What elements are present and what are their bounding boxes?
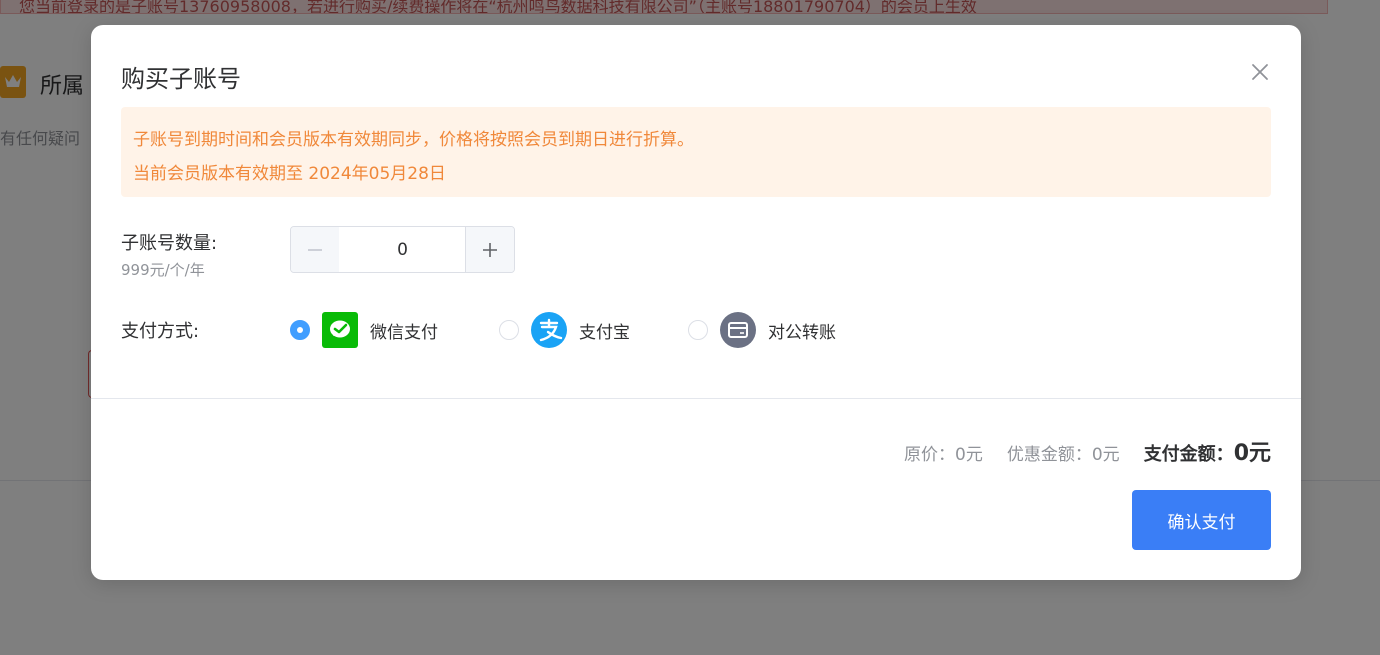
bank-transfer-radio[interactable] [688, 320, 708, 340]
payment-option-alipay[interactable]: 支付宝 [499, 311, 630, 349]
notice-line-2: 当前会员版本有效期至 2024年05月28日 [133, 164, 446, 184]
alipay-icon [531, 312, 567, 348]
original-price: 原价：0元 [904, 445, 983, 465]
sync-notice: 子账号到期时间和会员版本有效期同步，价格将按照会员到期日进行折算。 当前会员版本… [121, 107, 1271, 197]
unit-price-hint: 999元/个/年 [121, 261, 205, 279]
payment-amount-label: 支付金额： [1143, 444, 1234, 465]
wechat-pay-label: 微信支付 [370, 322, 438, 343]
payment-option-bank-transfer[interactable]: 对公转账 [688, 311, 836, 349]
dialog-title: 购买子账号 [121, 65, 241, 93]
close-icon[interactable] [1249, 61, 1271, 83]
wechat-radio[interactable] [290, 320, 310, 340]
increase-button[interactable] [465, 227, 514, 272]
confirm-payment-button[interactable]: 确认支付 [1132, 490, 1271, 550]
payment-method-label: 支付方式: [121, 321, 200, 342]
quantity-input[interactable] [339, 227, 466, 272]
alipay-radio[interactable] [499, 320, 519, 340]
purchase-subaccount-dialog: 购买子账号 子账号到期时间和会员版本有效期同步，价格将按照会员到期日进行折算。 … [91, 25, 1301, 580]
decrease-button[interactable] [291, 227, 340, 272]
quantity-stepper [290, 226, 515, 273]
notice-line-1: 子账号到期时间和会员版本有效期同步，价格将按照会员到期日进行折算。 [133, 130, 694, 150]
payment-option-wechat[interactable]: 微信支付 [290, 311, 438, 349]
alipay-label: 支付宝 [579, 322, 630, 343]
bank-transfer-label: 对公转账 [768, 322, 836, 343]
wechat-pay-icon [322, 312, 358, 348]
bank-transfer-icon [720, 312, 756, 348]
dialog-divider [91, 398, 1301, 399]
discount-amount: 优惠金额：0元 [1006, 445, 1120, 465]
price-summary: 原价：0元 优惠金额：0元 支付金额： 0元 [880, 435, 1271, 467]
quantity-label: 子账号数量: [121, 233, 218, 254]
payment-amount-value: 0元 [1233, 441, 1271, 466]
plus-icon [483, 242, 497, 257]
minus-icon [308, 248, 322, 251]
